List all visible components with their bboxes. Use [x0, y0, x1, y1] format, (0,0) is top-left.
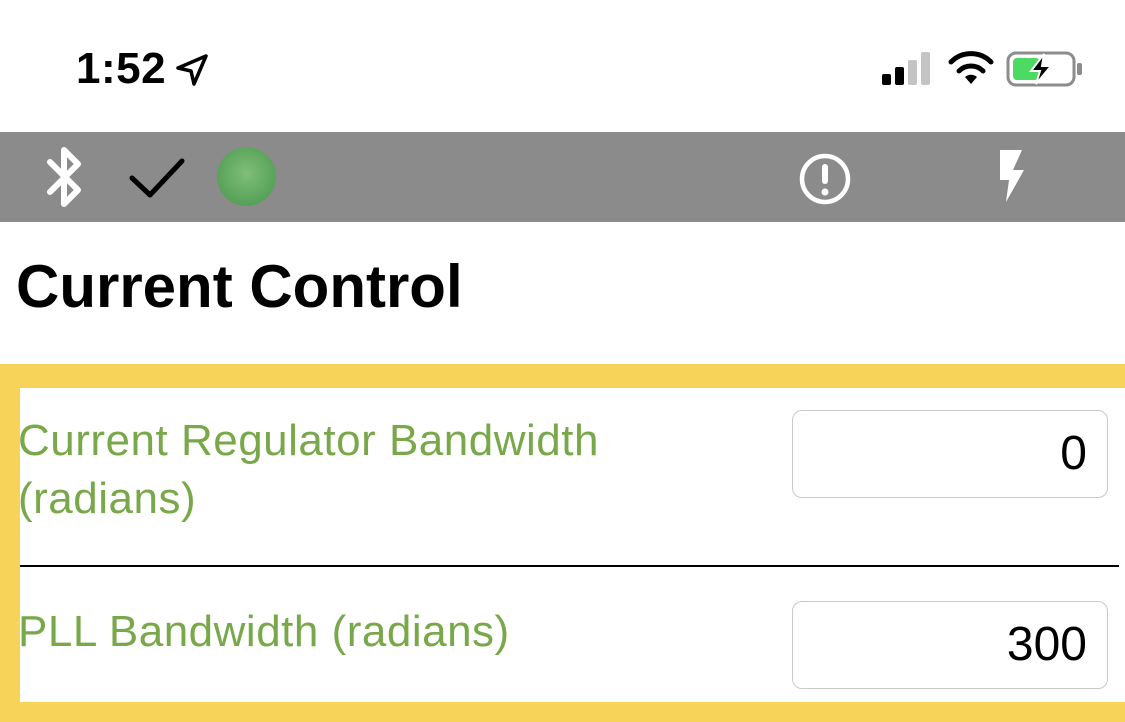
wifi-icon	[948, 51, 994, 84]
current-regulator-bandwidth-field[interactable]: 0	[792, 410, 1108, 498]
alert-icon[interactable]	[798, 152, 852, 206]
bluetooth-icon[interactable]	[42, 144, 88, 210]
pll-bandwidth-field[interactable]: 300	[792, 601, 1108, 689]
signal-icon	[882, 52, 930, 85]
current-regulator-bandwidth-label: Current Regulator Bandwidth (radians)	[18, 416, 599, 523]
status-time: 1:52	[76, 44, 167, 93]
status-indicator	[217, 147, 276, 206]
row-divider	[20, 565, 1119, 567]
page-title: Current Control	[16, 253, 463, 320]
pll-bandwidth-label: PLL Bandwidth (radians)	[18, 607, 510, 656]
flash-icon[interactable]	[996, 148, 1028, 204]
battery-charging-icon	[1006, 51, 1082, 87]
location-arrow-icon	[176, 54, 208, 86]
checkmark-icon[interactable]	[128, 156, 186, 200]
status-bar: 1:52	[0, 0, 1125, 132]
